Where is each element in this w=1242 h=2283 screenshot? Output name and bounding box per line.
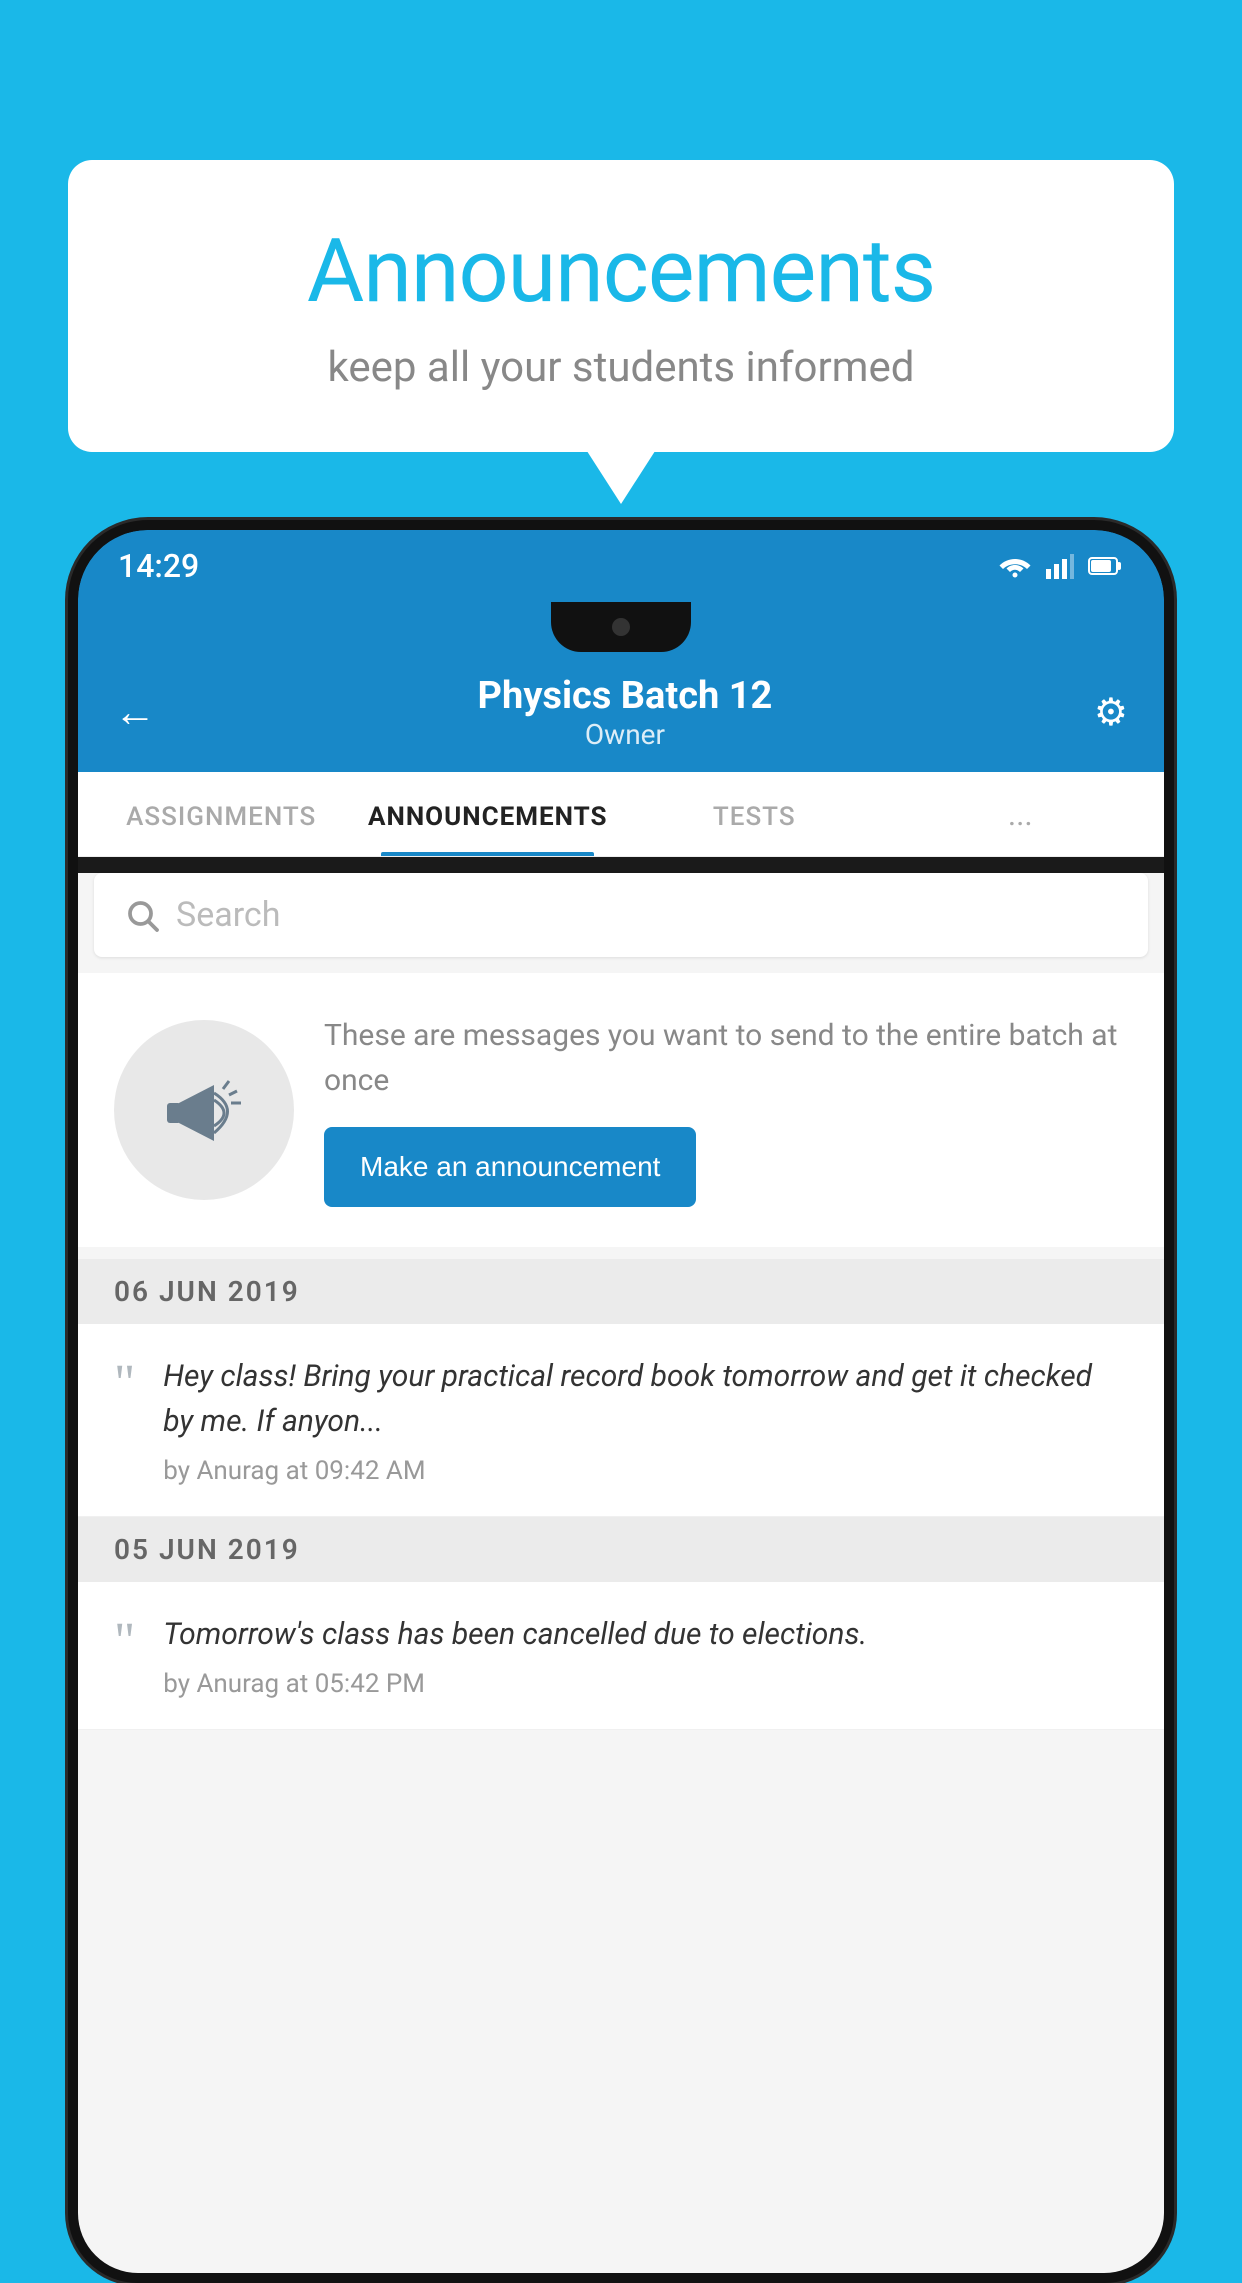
notch-inner xyxy=(551,602,691,652)
content-area: Search These are xyxy=(78,873,1164,2273)
promo-right: These are messages you want to send to t… xyxy=(324,1013,1128,1207)
status-time: 14:29 xyxy=(118,547,199,585)
announcement-text-2: Tomorrow's class has been cancelled due … xyxy=(163,1612,1128,1657)
make-announcement-button[interactable]: Make an announcement xyxy=(324,1127,696,1207)
search-placeholder: Search xyxy=(176,895,280,935)
quote-icon-1: " xyxy=(114,1358,135,1486)
back-button[interactable]: ← xyxy=(114,688,156,737)
notch xyxy=(78,602,1164,652)
status-icons xyxy=(998,553,1124,579)
date-separator-2: 05 JUN 2019 xyxy=(78,1517,1164,1582)
search-bar[interactable]: Search xyxy=(94,873,1148,957)
date-separator-1: 06 JUN 2019 xyxy=(78,1259,1164,1324)
owner-label: Owner xyxy=(156,718,1094,751)
promo-icon-circle xyxy=(114,1020,294,1200)
bubble-subtitle: keep all your students informed xyxy=(148,343,1094,392)
announcement-item-2[interactable]: " Tomorrow's class has been cancelled du… xyxy=(78,1582,1164,1730)
batch-name: Physics Batch 12 xyxy=(156,674,1094,718)
announcement-meta-1: by Anurag at 09:42 AM xyxy=(163,1456,1128,1486)
tab-announcements[interactable]: ANNOUNCEMENTS xyxy=(355,772,622,856)
battery-icon xyxy=(1088,555,1124,577)
wifi-icon xyxy=(998,553,1032,579)
announcement-text-1: Hey class! Bring your practical record b… xyxy=(163,1354,1128,1444)
bubble-title: Announcements xyxy=(148,220,1094,323)
header-center: Physics Batch 12 Owner xyxy=(156,674,1094,751)
quote-icon-2: " xyxy=(114,1616,135,1699)
tab-tests[interactable]: TESTS xyxy=(621,772,888,856)
phone-mockup: 14:29 xyxy=(68,520,1174,2208)
promo-card: These are messages you want to send to t… xyxy=(78,973,1164,1247)
status-bar: 14:29 xyxy=(78,530,1164,602)
settings-button[interactable]: ⚙ xyxy=(1094,690,1128,735)
tab-assignments[interactable]: ASSIGNMENTS xyxy=(88,772,355,856)
search-icon xyxy=(124,897,160,933)
speech-bubble-section: Announcements keep all your students inf… xyxy=(68,160,1174,452)
announcement-body-2: Tomorrow's class has been cancelled due … xyxy=(163,1612,1128,1699)
signal-icon xyxy=(1046,553,1074,579)
camera xyxy=(612,618,630,636)
app-header: ← Physics Batch 12 Owner ⚙ xyxy=(78,652,1164,772)
announcement-meta-2: by Anurag at 05:42 PM xyxy=(163,1669,1128,1699)
tab-bar: ASSIGNMENTS ANNOUNCEMENTS TESTS ... xyxy=(78,772,1164,857)
promo-description: These are messages you want to send to t… xyxy=(324,1013,1128,1103)
megaphone-icon xyxy=(159,1065,249,1155)
announcement-body-1: Hey class! Bring your practical record b… xyxy=(163,1354,1128,1486)
tab-more[interactable]: ... xyxy=(888,772,1155,856)
announcement-item-1[interactable]: " Hey class! Bring your practical record… xyxy=(78,1324,1164,1517)
speech-bubble: Announcements keep all your students inf… xyxy=(68,160,1174,452)
phone-frame: 14:29 xyxy=(68,520,1174,2283)
